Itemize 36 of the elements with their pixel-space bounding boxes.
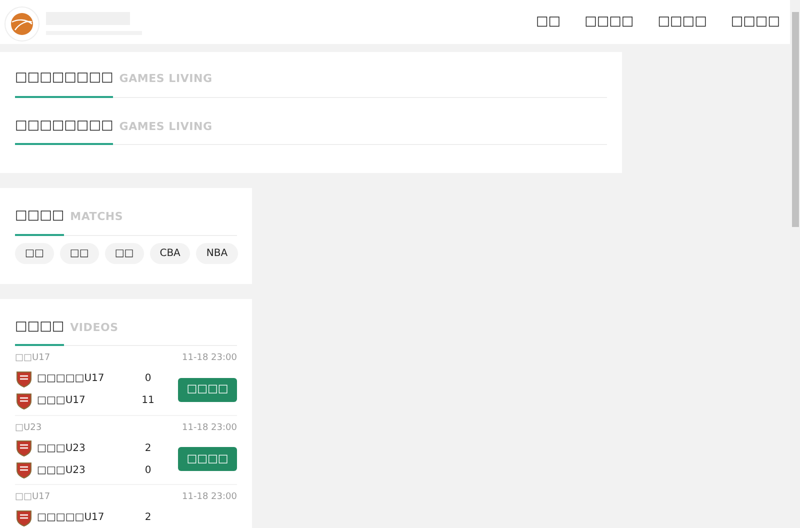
league-name: □□U17 bbox=[15, 491, 50, 504]
watch-button[interactable]: □□□□ bbox=[178, 378, 237, 402]
team-score: 2 bbox=[144, 442, 152, 456]
team-crest-icon bbox=[15, 392, 33, 410]
section-title: □□□□ bbox=[15, 207, 64, 225]
watch-button[interactable]: □□□□ bbox=[178, 447, 237, 471]
nav-link[interactable]: □□□□ bbox=[584, 12, 634, 32]
section-title: □□□□□□□□ bbox=[15, 116, 114, 134]
league-tag[interactable]: □□ bbox=[15, 242, 54, 264]
team-name: □□□U17 bbox=[37, 394, 86, 408]
league-tag[interactable]: NBA bbox=[196, 242, 238, 264]
team-score: 2 bbox=[144, 511, 152, 525]
team-name: □□□□□U17 bbox=[37, 372, 106, 386]
team-score: 11 bbox=[141, 394, 155, 408]
team-crest-icon bbox=[15, 370, 33, 388]
scrollbar-thumb[interactable] bbox=[792, 12, 798, 227]
team-name: □□□□□U17 bbox=[37, 511, 106, 525]
league-tag[interactable]: CBA bbox=[150, 242, 190, 264]
team-name: □□□U23 bbox=[37, 464, 86, 478]
section-title: □□□□ bbox=[15, 318, 64, 336]
league-name: □□U17 bbox=[15, 352, 50, 365]
nav-link[interactable]: □□□□ bbox=[730, 12, 780, 32]
match-time: 11-18 23:00 bbox=[182, 491, 237, 504]
nav-link[interactable]: □□ bbox=[536, 12, 561, 32]
nav-link[interactable]: □□□□ bbox=[658, 12, 707, 32]
league-tag[interactable]: □□ bbox=[104, 242, 144, 264]
match-time: 11-18 23:00 bbox=[182, 422, 237, 434]
league-name: □U23 bbox=[15, 422, 42, 434]
section-title: □□□□□□□□ bbox=[15, 69, 114, 87]
team-crest-icon bbox=[15, 439, 33, 457]
league-tag[interactable]: □□ bbox=[60, 242, 99, 264]
team-crest-icon bbox=[15, 461, 33, 479]
team-name: □□□U23 bbox=[37, 442, 86, 456]
match-time: 11-18 23:00 bbox=[182, 352, 237, 365]
team-score: 0 bbox=[144, 372, 152, 386]
team-score: 0 bbox=[144, 464, 152, 478]
